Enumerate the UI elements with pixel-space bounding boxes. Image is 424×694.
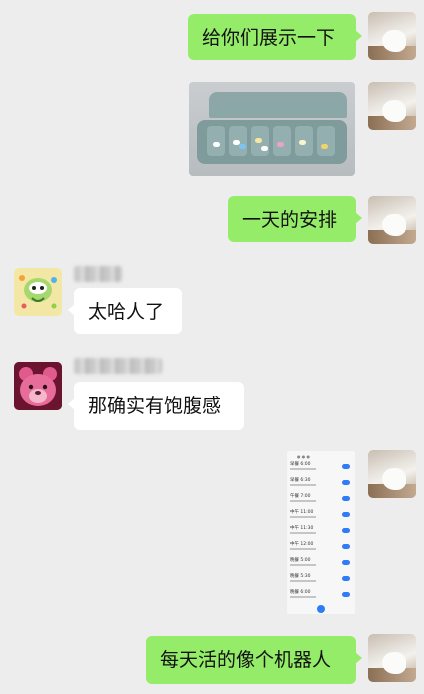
- contact-avatar[interactable]: [14, 362, 62, 410]
- contact-name-blurred: [74, 358, 162, 374]
- alarm-row: 晚餐 6:00: [290, 590, 352, 601]
- alarm-toggle-icon: [342, 576, 350, 581]
- alarm-time: 晚餐 5:30: [290, 574, 311, 579]
- alarm-toggle-icon: [342, 592, 350, 597]
- pill: [321, 144, 328, 149]
- message-text: 太哈人了: [88, 301, 165, 323]
- pillbox-compartment: [273, 126, 291, 156]
- message-bubble-sent[interactable]: 给你们展示一下: [188, 14, 362, 60]
- message-bubble-received[interactable]: 那确实有饱腹感: [68, 382, 244, 430]
- lotso-bear-avatar-icon: [14, 362, 62, 410]
- alarm-toggle-icon: [342, 464, 350, 469]
- alarm-toggle-icon: [342, 480, 350, 485]
- message-bubble-sent[interactable]: 每天活的像个机器人: [146, 636, 362, 684]
- my-avatar[interactable]: [368, 196, 416, 244]
- alarm-time: 午餐 7:00: [290, 494, 311, 499]
- my-avatar[interactable]: [368, 12, 416, 60]
- alarm-subtitle: [290, 532, 316, 534]
- alarm-time: 中午 11:00: [290, 510, 314, 515]
- pill-organizer-photo[interactable]: [189, 82, 355, 176]
- pillbox-compartment: [317, 126, 335, 156]
- add-alarm-icon: [317, 605, 325, 613]
- alarm-subtitle: [290, 516, 316, 518]
- pill: [255, 138, 262, 143]
- contact-name-blurred: [74, 266, 122, 282]
- alarm-row: 早餐 6:00: [290, 462, 352, 473]
- alarm-list-screenshot[interactable]: ● ● ● 早餐 6:00 早餐 6:30 午餐 7:00 中午 11:00 中午 11…: [287, 451, 355, 614]
- message-text: 每天活的像个机器人: [160, 649, 332, 671]
- alarm-time: 晚餐 6:00: [290, 590, 311, 595]
- alarm-time: 中午 12:00: [290, 542, 314, 547]
- alarm-toggle-icon: [342, 496, 350, 501]
- pill: [299, 140, 306, 145]
- alarm-row: 午餐 7:00: [290, 494, 352, 505]
- alarm-subtitle: [290, 500, 316, 502]
- alarm-time: 中午 11:30: [290, 526, 314, 531]
- alarm-time: 早餐 6:30: [290, 478, 311, 483]
- alarm-row: 中午 12:00: [290, 542, 352, 553]
- message-text: 给你们展示一下: [202, 27, 336, 49]
- alarm-row: 中午 11:00: [290, 510, 352, 521]
- message-text: 一天的安排: [242, 209, 338, 231]
- alarm-subtitle: [290, 564, 316, 566]
- pillbox-compartment: [207, 126, 225, 156]
- contact-avatar[interactable]: [14, 268, 62, 316]
- alarm-time: 晚餐 5:00: [290, 558, 311, 563]
- alarm-toggle-icon: [342, 512, 350, 517]
- message-bubble-received[interactable]: 太哈人了: [68, 288, 182, 334]
- pill: [277, 142, 284, 147]
- message-text: 那确实有饱腹感: [88, 395, 222, 417]
- alarm-subtitle: [290, 596, 316, 598]
- message-bubble-sent[interactable]: 一天的安排: [228, 196, 362, 242]
- alarm-subtitle: [290, 468, 316, 470]
- alarm-row: 早餐 6:30: [290, 478, 352, 489]
- alarm-toggle-icon: [342, 544, 350, 549]
- pill: [261, 146, 268, 151]
- alarm-subtitle: [290, 548, 316, 550]
- alarm-row: 中午 11:30: [290, 526, 352, 537]
- alarm-time: 早餐 6:00: [290, 462, 311, 467]
- alien-avatar-icon: [16, 270, 60, 314]
- my-avatar[interactable]: [368, 634, 416, 682]
- pillbox-lid: [209, 92, 347, 118]
- alarm-row: 晚餐 5:30: [290, 574, 352, 585]
- alarm-toggle-icon: [342, 560, 350, 565]
- my-avatar[interactable]: [368, 450, 416, 498]
- alarm-subtitle: [290, 580, 316, 582]
- alarm-row: 晚餐 5:00: [290, 558, 352, 569]
- my-avatar[interactable]: [368, 82, 416, 130]
- alarm-toggle-icon: [342, 528, 350, 533]
- pill: [239, 144, 246, 149]
- screenshot-status-bar: ● ● ●: [297, 454, 311, 459]
- pill: [213, 142, 220, 147]
- alarm-subtitle: [290, 484, 316, 486]
